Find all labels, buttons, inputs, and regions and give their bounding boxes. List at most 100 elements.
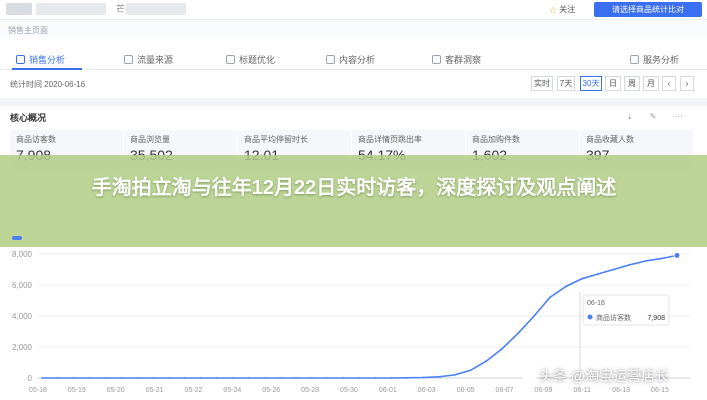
data-point xyxy=(295,377,297,379)
next-icon[interactable]: › xyxy=(680,76,694,91)
analysis-nav: 销售分析 流量来源 标题优化 内容分析 客群洞察 服务分析 xyxy=(0,48,707,70)
data-point xyxy=(247,377,250,379)
top-bar: 芒果 ☆ 关注 请选择商品统计比对 xyxy=(0,0,707,20)
nav-active-underline xyxy=(12,68,82,70)
tab-current[interactable]: 销售主页面 xyxy=(8,25,48,36)
nav-item-service[interactable]: 服务分析 xyxy=(630,52,679,66)
y-tick-label: 6,000 xyxy=(12,281,33,290)
data-point xyxy=(374,377,377,379)
nav-item-label: 客群洞察 xyxy=(445,54,482,65)
nav-item-sales[interactable]: 销售分析 xyxy=(16,52,65,66)
x-tick-label: 06-01 xyxy=(379,387,397,394)
banner-title: 手淘拍立淘与往年12月22日实时访客，深度探讨及观点阐述 xyxy=(91,177,617,199)
x-tick-label: 05-19 xyxy=(68,387,86,394)
data-point xyxy=(326,377,329,379)
data-point xyxy=(41,377,43,379)
data-point xyxy=(104,377,107,379)
nav-item-label: 流量来源 xyxy=(137,54,174,65)
data-point xyxy=(660,257,663,260)
x-tick-label: 05-20 xyxy=(107,387,125,394)
tooltip-series-dot xyxy=(587,314,593,320)
tab-bar: 销售主页面 xyxy=(0,20,707,38)
nav-item-label: 内容分析 xyxy=(339,54,376,65)
data-point xyxy=(263,377,266,379)
nav-item-audience[interactable]: 客群洞察 xyxy=(432,52,481,66)
metric-label: 商品详情页跳出率 xyxy=(358,135,422,144)
stat-time: 统计时间 2020-06-16 xyxy=(10,80,86,89)
nav-item-title[interactable]: 标题优化 xyxy=(226,52,275,66)
tooltip-series-label: 商品访客数 xyxy=(596,313,631,322)
data-point xyxy=(120,377,123,379)
app-logo xyxy=(6,3,32,15)
x-tick-label: 05-24 xyxy=(223,387,241,394)
date-btn-month[interactable]: 月 xyxy=(643,76,659,91)
title-icon xyxy=(226,54,235,64)
data-point xyxy=(56,377,59,379)
x-tick-label: 06-11 xyxy=(574,387,591,394)
data-point xyxy=(390,377,393,379)
metric-label: 商品加购件数 xyxy=(472,135,520,144)
section-title: 核心概况 xyxy=(10,113,47,123)
data-point xyxy=(422,376,424,379)
content-icon xyxy=(326,54,335,64)
date-btn-30d[interactable]: 30天 xyxy=(580,76,602,91)
data-point xyxy=(88,377,91,379)
metric-label: 商品平均停留时长 xyxy=(244,135,308,144)
metric-label: 商品收藏人数 xyxy=(586,135,634,144)
data-point xyxy=(564,285,567,288)
select-compare-button[interactable]: 请选择商品统计比对 xyxy=(594,2,702,17)
x-tick-label: 05-22 xyxy=(185,387,203,394)
data-point xyxy=(152,377,155,379)
data-point xyxy=(406,376,409,379)
data-point xyxy=(72,377,75,379)
x-tick-label: 06-07 xyxy=(496,387,514,394)
watermark-text: 头条 @淘宝运营店长 xyxy=(539,368,670,384)
x-tick-label: 06-15 xyxy=(651,387,669,394)
data-point xyxy=(358,377,361,379)
data-point xyxy=(612,268,615,271)
audience-icon xyxy=(432,54,441,64)
date-btn-week[interactable]: 周 xyxy=(624,76,640,91)
data-point xyxy=(183,377,186,379)
follow-button[interactable]: ☆ 关注 xyxy=(549,3,575,17)
x-tick-label: 05-21 xyxy=(146,387,164,394)
data-point xyxy=(628,263,631,266)
data-point xyxy=(310,377,313,379)
x-tick-label: 05-18 xyxy=(29,387,47,394)
y-tick-label: 2,000 xyxy=(12,343,33,352)
data-point xyxy=(596,273,599,276)
data-point xyxy=(517,332,520,334)
data-point xyxy=(215,377,218,379)
service-icon xyxy=(630,54,639,64)
x-tick-label: 06-09 xyxy=(534,387,552,394)
shop-name-blurred-2 xyxy=(126,3,186,15)
metric-label: 商品访客数 xyxy=(16,135,56,144)
data-point xyxy=(168,377,170,379)
tooltip-date: 06-16 xyxy=(587,300,605,307)
tooltip-value: 7,908 xyxy=(647,315,665,322)
shop-name-blurred xyxy=(36,3,106,15)
metric-label: 商品浏览量 xyxy=(130,135,170,144)
section-tools-icons[interactable]: ⤓ ✎ ⋯ xyxy=(628,112,691,122)
nav-item-content[interactable]: 内容分析 xyxy=(326,52,375,66)
data-point xyxy=(453,374,456,376)
data-point xyxy=(533,315,536,317)
date-btn-7d[interactable]: 7天 xyxy=(557,76,575,91)
data-point xyxy=(673,251,681,259)
data-point xyxy=(136,377,139,379)
nav-item-label: 服务分析 xyxy=(643,54,680,65)
x-tick-label: 06-13 xyxy=(612,387,630,394)
x-tick-label: 05-30 xyxy=(340,387,358,394)
data-point xyxy=(485,360,488,362)
data-point xyxy=(342,377,345,379)
data-point xyxy=(231,377,234,379)
date-btn-day[interactable]: 日 xyxy=(605,76,621,91)
prev-icon[interactable]: ‹ xyxy=(662,76,676,91)
date-btn-realtime[interactable]: 实时 xyxy=(531,76,553,91)
nav-item-label: 标题优化 xyxy=(239,54,276,65)
x-tick-label: 06-03 xyxy=(418,387,436,394)
nav-item-traffic[interactable]: 流量来源 xyxy=(124,52,173,66)
y-tick-label: 4,000 xyxy=(12,312,33,321)
y-tick-label: 8,000 xyxy=(12,250,33,259)
x-tick-label: 06-05 xyxy=(457,387,475,394)
